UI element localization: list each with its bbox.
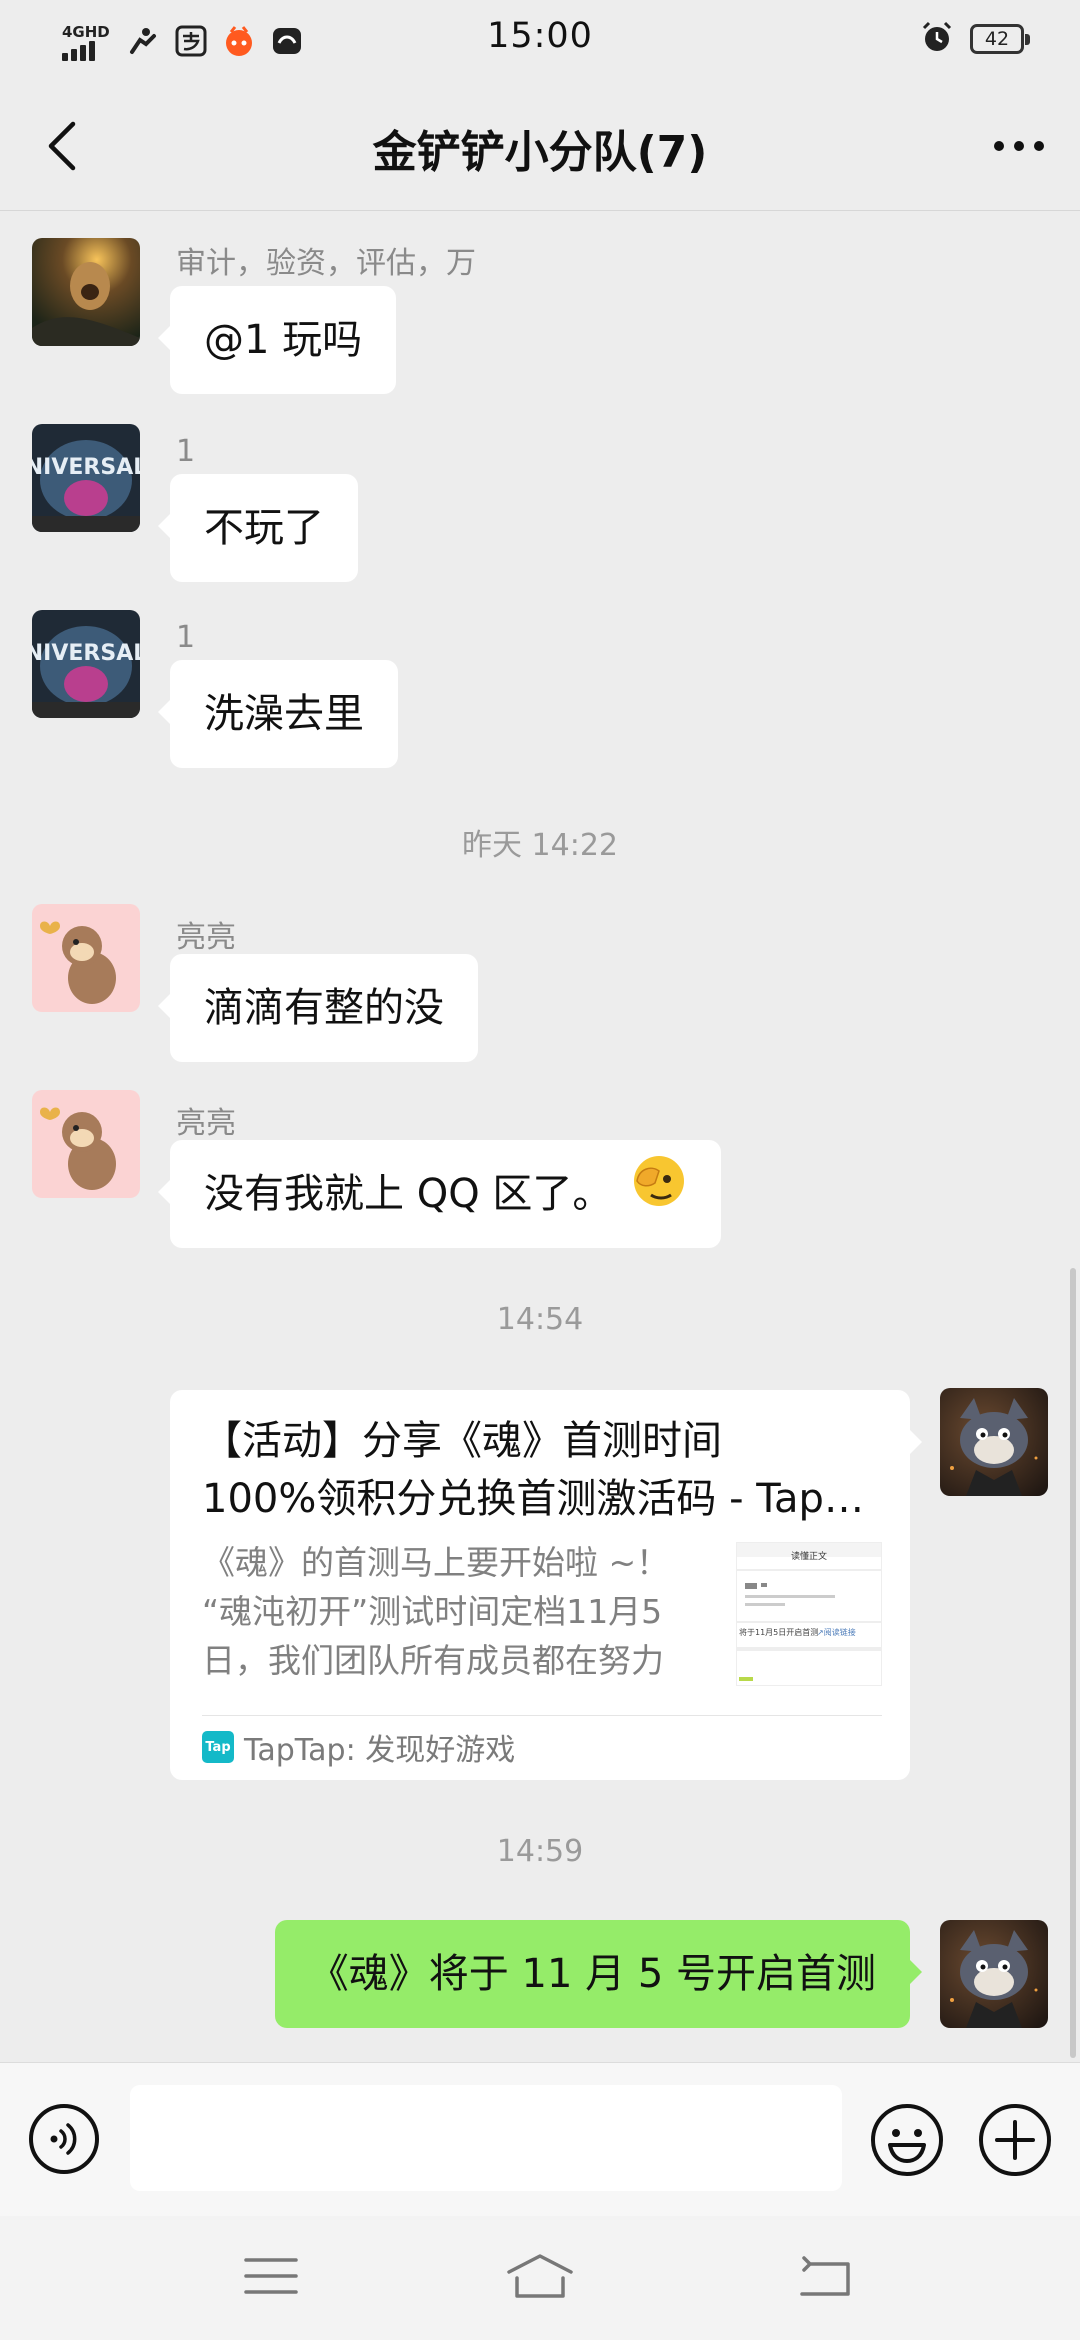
avatar-self[interactable] [940, 1388, 1048, 1496]
battery-icon: 42 [970, 24, 1030, 54]
thumbnail-link: ↗阅读链接 [817, 1628, 856, 1637]
avatar[interactable]: NIVERSAL [32, 610, 140, 718]
plus-circle-icon [979, 2104, 1051, 2176]
time-divider: 14:59 [496, 1834, 584, 1869]
sender-name: 1 [176, 620, 196, 655]
more-functions-button[interactable] [978, 2103, 1052, 2177]
link-card-source-label: TapTap: 发现好游戏 [244, 1733, 516, 1768]
time-divider: 昨天 14:22 [462, 828, 618, 863]
message-bubble[interactable]: 滴滴有整的没 [158, 954, 478, 1062]
message-bubble[interactable]: 不玩了 [158, 474, 358, 582]
home-icon [507, 2254, 573, 2298]
link-card-source: Tap TapTap: 发现好游戏 [202, 1722, 515, 1772]
link-card-title-line: 100%领积分兑换首测激活码 - TapTap [202, 1476, 878, 1522]
home-button[interactable] [505, 2246, 575, 2306]
sender-name: 1 [176, 434, 196, 469]
avatar-self[interactable] [940, 1920, 1048, 2028]
status-time: 15:00 [487, 16, 593, 56]
emoji-icon [871, 2104, 943, 2176]
svg-text:NIVERSAL: NIVERSAL [32, 641, 140, 666]
input-bar [0, 2062, 1080, 2217]
alarm-icon [920, 20, 954, 58]
message-bubble-self[interactable]: 《魂》将于 11 月 5 号开启首测 [274, 1920, 923, 2028]
link-card-description: 《魂》的首测马上要开始啦 ~！ “魂沌初开”测试时间定档11月5日，我们团队所有… [202, 1543, 670, 1680]
chat-title: 金铲铲小分队(7) [372, 127, 708, 178]
avatar[interactable] [32, 1090, 140, 1198]
voice-input-icon [29, 2104, 99, 2174]
avatar[interactable] [32, 904, 140, 1012]
message-bubble[interactable]: 洗澡去里 [158, 660, 398, 768]
message-bubble[interactable]: @1 玩吗 [157, 286, 397, 394]
back-icon [800, 2256, 850, 2296]
header-divider [0, 210, 1080, 211]
system-nav-bar [0, 2216, 1080, 2340]
menu-button[interactable] [236, 2246, 306, 2306]
back-nav-button[interactable] [790, 2246, 860, 2306]
taptap-logo-icon: Tap [202, 1731, 234, 1763]
sender-name: 亮亮 [176, 920, 236, 955]
battery-level: 42 [984, 28, 1010, 50]
link-card[interactable]: 【活动】分享《魂》首测时间 100%领积分兑换首测激活码 - TapTap 《魂… [170, 1390, 922, 1780]
time-divider: 14:54 [496, 1302, 584, 1337]
link-card-thumbnail: 读懂正文 将于11月5日开启首测 ↗阅读链接 [736, 1542, 882, 1686]
sender-name: 审计，验资，评估，万 [176, 246, 476, 281]
menu-icon [244, 2258, 298, 2294]
message-text: 没有我就上 QQ 区了。 [204, 1171, 613, 1217]
sender-name: 亮亮 [176, 1106, 236, 1141]
more-button[interactable] [984, 114, 1054, 178]
status-bar: 4GHD 15:00 42 [0, 0, 1080, 82]
voice-input-button[interactable] [28, 2103, 100, 2175]
avatar[interactable] [32, 238, 140, 346]
link-card-divider [202, 1715, 882, 1716]
thumbnail-heading: 读懂正文 [791, 1552, 828, 1562]
more-dots-icon [994, 141, 1044, 151]
svg-text:NIVERSAL: NIVERSAL [32, 455, 140, 480]
status-right-icons: 42 [920, 20, 1030, 58]
link-card-title: 【活动】分享《魂》首测时间 100%领积分兑换首测激活码 - TapTap [202, 1412, 878, 1528]
thumbnail-text: 将于11月5日开启首测 [739, 1628, 819, 1637]
facepalm-emoji-icon [631, 1142, 687, 1250]
avatar[interactable]: NIVERSAL [32, 424, 140, 532]
message-input[interactable] [130, 2085, 842, 2191]
link-card-title-line: 【活动】分享《魂》首测时间 [202, 1418, 722, 1464]
chat-scrollbar[interactable] [1070, 1268, 1076, 2058]
chat-header: 金铲铲小分队(7) [0, 82, 1080, 210]
message-bubble[interactable]: 没有我就上 QQ 区了。 [157, 1140, 722, 1250]
emoji-button[interactable] [870, 2103, 944, 2177]
